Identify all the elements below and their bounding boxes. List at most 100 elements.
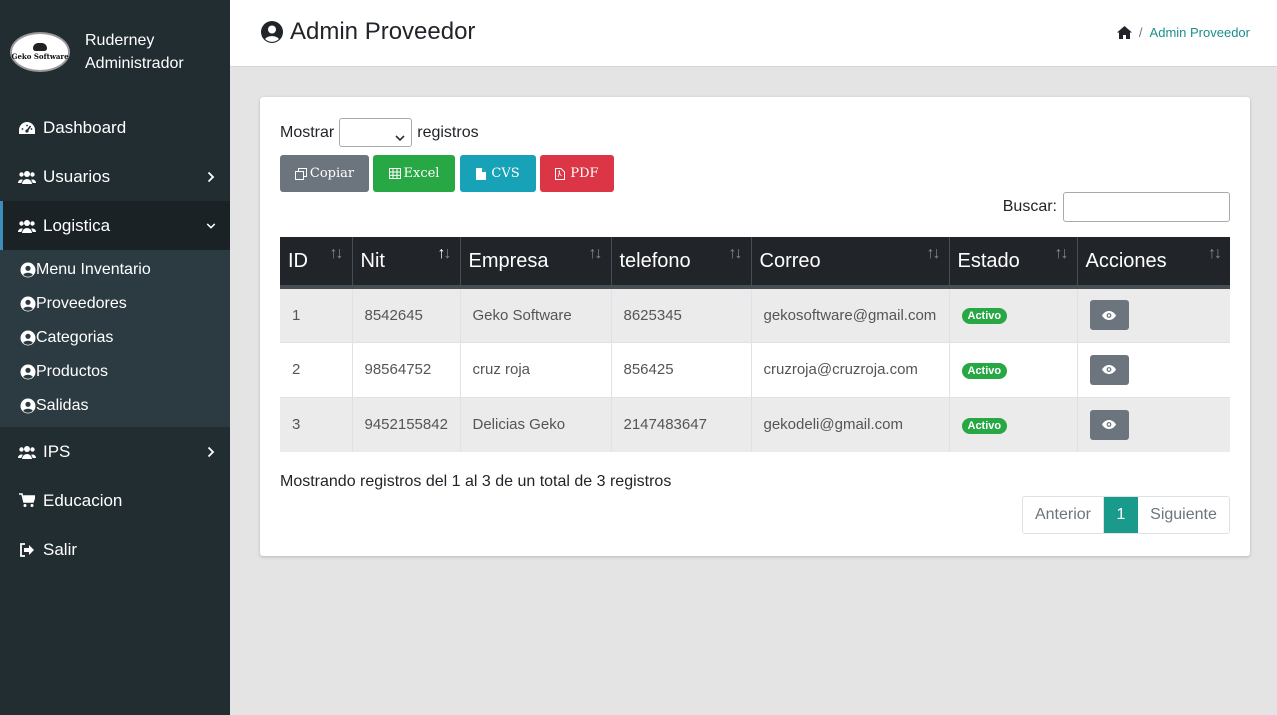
user-circle-icon xyxy=(260,20,284,44)
column-label: Estado xyxy=(957,249,1020,272)
submenu-item-productos[interactable]: Productos xyxy=(0,355,230,389)
file-icon xyxy=(476,167,488,180)
submenu-item-categorias[interactable]: Categorias xyxy=(0,321,230,355)
dashboard-icon xyxy=(18,119,36,137)
sidebar-item-salir[interactable]: Salir xyxy=(0,525,230,574)
search-control: Buscar: xyxy=(1003,192,1230,222)
logistica-submenu: Menu Inventario Proveedores Categorias P… xyxy=(0,250,230,427)
next-page-button[interactable]: Siguiente xyxy=(1138,497,1229,533)
users-icon xyxy=(18,443,36,461)
cell-telefono: 856425 xyxy=(611,342,752,397)
column-header-correo[interactable]: Correo ↑↓ xyxy=(751,237,950,287)
column-label: Empresa xyxy=(468,249,549,272)
submenu-item-label: Menu Inventario xyxy=(36,261,151,278)
copy-icon xyxy=(294,167,307,180)
sort-icon: ↑↓ xyxy=(329,245,344,262)
submenu-item-menu-inventario[interactable]: Menu Inventario xyxy=(0,253,230,287)
cell-id: 3 xyxy=(280,397,353,452)
breadcrumb-current[interactable]: Admin Proveedor xyxy=(1150,25,1250,40)
home-icon[interactable] xyxy=(1116,25,1132,40)
cart-icon xyxy=(18,492,36,510)
status-badge: Activo xyxy=(961,417,1008,434)
user-circle-icon xyxy=(20,364,36,380)
cell-id: 1 xyxy=(280,287,353,342)
status-badge: Activo xyxy=(961,362,1008,379)
pdf-button-label: PDF xyxy=(570,166,599,181)
cell-correo: cruzroja@cruzroja.com xyxy=(751,342,950,397)
user-circle-icon xyxy=(20,398,36,414)
page-title: Admin Proveedor xyxy=(260,18,475,46)
user-circle-icon xyxy=(20,296,36,312)
view-button[interactable] xyxy=(1089,300,1129,331)
column-header-nit[interactable]: Nit ↑↓ xyxy=(352,237,461,287)
submenu-item-salidas[interactable]: Salidas xyxy=(0,389,230,423)
cell-telefono: 8625345 xyxy=(611,287,752,342)
sort-asc-icon: ↑↓ xyxy=(437,245,452,262)
breadcrumb: / Admin Proveedor xyxy=(1116,25,1250,40)
logo-text: Geko Software xyxy=(11,51,69,61)
chevron-right-icon xyxy=(206,446,216,458)
search-input[interactable] xyxy=(1063,192,1230,222)
user-info: Ruderney Administrador xyxy=(85,29,184,75)
length-select[interactable] xyxy=(339,118,413,147)
column-header-estado[interactable]: Estado ↑↓ xyxy=(949,237,1078,287)
pdf-button[interactable]: PDF xyxy=(540,155,614,192)
cell-empresa: Geko Software xyxy=(460,287,612,342)
cell-acciones xyxy=(1077,287,1230,342)
length-prefix: Mostrar xyxy=(280,123,335,141)
copy-button[interactable]: Copiar xyxy=(280,155,369,192)
cell-correo: gekodeli@gmail.com xyxy=(751,397,950,452)
sidebar: Geko Software Ruderney Administrador Das… xyxy=(0,0,230,715)
sidebar-item-dashboard[interactable]: Dashboard xyxy=(0,103,230,152)
content-header: Admin Proveedor / Admin Proveedor xyxy=(230,0,1277,67)
copy-button-label: Copiar xyxy=(309,166,355,181)
table-header: ID ↑↓ Nit ↑↓ Empresa ↑↓ telefono ↑↓ Correo ↑↓… xyxy=(280,237,1230,287)
cell-empresa: Delicias Geko xyxy=(460,397,612,452)
column-label: Acciones xyxy=(1085,249,1167,272)
status-badge: Activo xyxy=(961,308,1008,325)
cell-estado: Activo xyxy=(949,287,1078,342)
submenu-item-label: Categorias xyxy=(36,329,114,346)
providers-card: Mostrar registros Copiar Excel CVS PDF B… xyxy=(260,97,1250,556)
page-title-text: Admin Proveedor xyxy=(290,18,476,45)
providers-table: ID ↑↓ Nit ↑↓ Empresa ↑↓ telefono ↑↓ Correo ↑↓… xyxy=(280,237,1230,452)
sidebar-item-label: Logistica xyxy=(43,215,111,235)
sidebar-item-label: IPS xyxy=(43,441,71,461)
eye-icon xyxy=(1102,365,1116,374)
cell-nit: 9452155842 xyxy=(352,397,461,452)
sidebar-item-educacion[interactable]: Educacion xyxy=(0,476,230,525)
chevron-down-icon xyxy=(206,220,216,232)
view-button[interactable] xyxy=(1089,354,1129,385)
excel-button[interactable]: Excel xyxy=(373,155,455,192)
company-logo: Geko Software xyxy=(10,31,70,72)
column-header-acciones[interactable]: Acciones ↑↓ xyxy=(1077,237,1230,287)
user-role: Administrador xyxy=(85,54,184,72)
cvs-button[interactable]: CVS xyxy=(460,155,536,192)
column-header-empresa[interactable]: Empresa ↑↓ xyxy=(460,237,612,287)
cell-acciones xyxy=(1077,397,1230,452)
table-icon xyxy=(388,167,401,180)
sidebar-item-logistica[interactable]: Logistica xyxy=(0,201,230,250)
sidebar-item-label: Educacion xyxy=(43,490,123,510)
page-1-button[interactable]: 1 xyxy=(1104,497,1138,533)
submenu-item-proveedores[interactable]: Proveedores xyxy=(0,287,230,321)
chevron-right-icon xyxy=(206,171,216,183)
cell-nit: 98564752 xyxy=(352,342,461,397)
sidebar-item-ips[interactable]: IPS xyxy=(0,427,230,476)
sidebar-item-usuarios[interactable]: Usuarios xyxy=(0,152,230,201)
column-header-telefono[interactable]: telefono ↑↓ xyxy=(611,237,752,287)
user-panel: Geko Software Ruderney Administrador xyxy=(0,0,230,103)
cell-correo: gekosoftware@gmail.com xyxy=(751,287,950,342)
column-label: telefono xyxy=(619,249,691,272)
cell-acciones xyxy=(1077,342,1230,397)
submenu-item-label: Productos xyxy=(36,363,109,380)
sort-icon: ↑↓ xyxy=(588,245,603,262)
eye-icon xyxy=(1102,420,1116,430)
column-header-id[interactable]: ID ↑↓ xyxy=(280,237,353,287)
user-name: Ruderney xyxy=(85,31,155,49)
previous-page-button[interactable]: Anterior xyxy=(1023,497,1104,533)
view-button[interactable] xyxy=(1089,409,1129,440)
column-label: Correo xyxy=(759,249,821,272)
length-control: Mostrar registros xyxy=(280,118,479,147)
cvs-button-label: CVS xyxy=(491,166,520,181)
